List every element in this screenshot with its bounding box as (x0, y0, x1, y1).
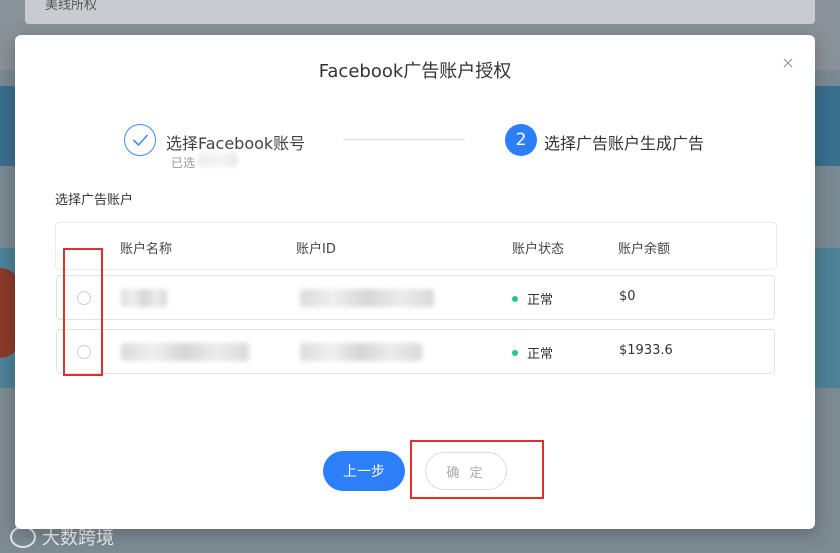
modal-title: Facebook广告账户授权 (318, 61, 512, 82)
background-search-text: 美线所权 (45, 0, 98, 13)
step-1-label: 选择Facebook账号 (166, 134, 306, 153)
table-row[interactable]: 正常 $0 (56, 275, 775, 320)
account-status: 正常 (527, 347, 554, 362)
confirm-button[interactable]: 确 定 (425, 452, 507, 490)
account-status: 正常 (527, 293, 554, 308)
step-connector (343, 139, 465, 140)
column-header-account-balance: 账户余额 (618, 242, 671, 257)
column-header-account-status: 账户状态 (512, 242, 565, 257)
authorization-modal: Facebook广告账户授权 选择Facebook账号 已选 2 选择广告账户生… (15, 35, 815, 529)
step-1-check-icon (124, 124, 156, 156)
account-balance: $0 (619, 289, 636, 304)
step-1-selected-account-redacted (198, 153, 238, 167)
step-2-number-icon: 2 (505, 124, 537, 156)
watermark-logo-icon (10, 526, 36, 548)
account-id-redacted (300, 289, 434, 307)
status-dot-icon (512, 296, 518, 302)
account-name-redacted (121, 343, 249, 361)
previous-step-button[interactable]: 上一步 (323, 451, 405, 491)
account-id-redacted (300, 343, 422, 361)
annotation-box-radios (63, 248, 103, 376)
column-header-account-name: 账户名称 (120, 242, 173, 257)
section-label: 选择广告账户 (55, 193, 134, 208)
table-row[interactable]: 正常 $1933.6 (56, 329, 775, 374)
column-header-account-id: 账户ID (296, 242, 336, 257)
step-2-label: 选择广告账户生成广告 (544, 134, 705, 153)
close-icon[interactable] (781, 55, 795, 69)
step-1-selected-text: 已选 (171, 156, 196, 170)
table-header: 账户名称 账户ID 账户状态 账户余额 (55, 222, 777, 270)
account-name-redacted (121, 289, 167, 307)
account-balance: $1933.6 (619, 343, 673, 358)
status-dot-icon (512, 350, 518, 356)
background-search-bar (25, 0, 815, 24)
